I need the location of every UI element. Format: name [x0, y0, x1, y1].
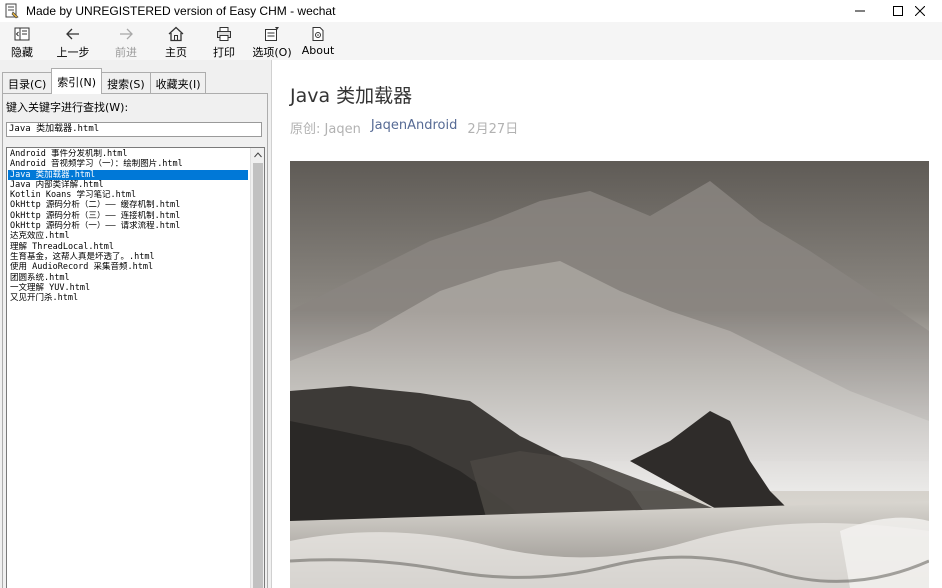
list-item[interactable]: 达克效应.html: [8, 231, 248, 241]
options-icon: [263, 25, 281, 43]
list-item[interactable]: OkHttp 源码分析（三）—— 连接机制.html: [8, 211, 248, 221]
toolbar: 隐藏 上一步 前进 主页 打印 选项(O) About: [0, 22, 942, 60]
home-button[interactable]: 主页: [156, 22, 196, 60]
original-label: 原创:: [290, 122, 321, 137]
scroll-thumb[interactable]: [253, 163, 263, 588]
list-item[interactable]: 又见开门杀.html: [8, 293, 248, 303]
navigation-pane: 目录(C) 索引(N) 搜索(S) 收藏夹(I) 键入关键字进行查找(W): J…: [0, 60, 272, 588]
list-item[interactable]: 理解 ThreadLocal.html: [8, 242, 248, 252]
forward-label: 前进: [115, 46, 137, 59]
hide-icon: [13, 25, 31, 43]
index-panel: 键入关键字进行查找(W): Java 类加载器.html Android 事件分…: [2, 93, 268, 588]
about-button[interactable]: About: [298, 22, 338, 60]
title-bar: Made by UNREGISTERED version of Easy CHM…: [0, 0, 942, 22]
tab-index[interactable]: 索引(N): [51, 68, 103, 94]
about-label: About: [301, 44, 335, 57]
article-image: [290, 161, 929, 588]
list-item[interactable]: OkHttp 源码分析（一）—— 请求流程.html: [8, 221, 248, 231]
list-item[interactable]: 团圆系统.html: [8, 273, 248, 283]
keyword-input[interactable]: Java 类加载器.html: [6, 122, 262, 137]
list-item[interactable]: Android 事件分发机制.html: [8, 149, 248, 159]
tab-contents[interactable]: 目录(C): [2, 72, 53, 94]
list-item[interactable]: Kotlin Koans 学习笔记.html: [8, 190, 248, 200]
keyword-label: 键入关键字进行查找(W):: [6, 101, 129, 114]
forward-arrow-icon: [117, 25, 135, 43]
author-name: Jaqen: [324, 122, 361, 137]
options-label: 选项(O): [252, 46, 292, 59]
list-item[interactable]: 一文理解 YUV.html: [8, 283, 248, 293]
tab-favorites[interactable]: 收藏夹(I): [149, 72, 207, 94]
list-item[interactable]: Java 内部类详解.html: [8, 180, 248, 190]
home-label: 主页: [165, 46, 187, 59]
list-item[interactable]: Java 类加载器.html: [8, 169, 248, 180]
options-button[interactable]: 选项(O): [250, 22, 294, 60]
index-items: Android 事件分发机制.html Android 音视频学习（一）：绘制图片…: [8, 149, 248, 303]
minimize-icon: [855, 10, 865, 12]
list-item[interactable]: 生育基金，这帮人真是坏透了。.html: [8, 252, 248, 262]
navigation-tabs: 目录(C) 索引(N) 搜索(S) 收藏夹(I): [2, 68, 207, 94]
chm-document-icon: [4, 3, 20, 19]
account-link[interactable]: JaqenAndroid: [371, 118, 458, 137]
home-icon: [167, 25, 185, 43]
content-pane: Java 类加载器 原创: Jaqen JaqenAndroid 2月27日: [273, 60, 942, 588]
tab-search[interactable]: 搜索(S): [101, 72, 151, 94]
list-item[interactable]: OkHttp 源码分析（二）—— 缓存机制.html: [8, 200, 248, 210]
print-button[interactable]: 打印: [204, 22, 244, 60]
back-arrow-icon: [64, 25, 82, 43]
index-list[interactable]: Android 事件分发机制.html Android 音视频学习（一）：绘制图片…: [6, 147, 265, 588]
close-icon: [915, 6, 925, 16]
article-meta: 原创: Jaqen JaqenAndroid 2月27日: [290, 118, 518, 137]
hide-button[interactable]: 隐藏: [4, 22, 40, 60]
author-line: 原创: Jaqen: [290, 118, 361, 137]
scroll-up-icon[interactable]: [251, 148, 265, 162]
close-button[interactable]: [898, 0, 942, 22]
article-title: Java 类加载器: [290, 85, 413, 107]
window-title: Made by UNREGISTERED version of Easy CHM…: [26, 4, 336, 18]
index-scrollbar[interactable]: [250, 148, 264, 588]
list-item[interactable]: 使用 AudioRecord 采集音频.html: [8, 262, 248, 272]
list-item[interactable]: Android 音视频学习（一）：绘制图片.html: [8, 159, 248, 169]
print-label: 打印: [213, 46, 235, 59]
printer-icon: [215, 25, 233, 43]
hide-label: 隐藏: [11, 46, 33, 59]
publish-date: 2月27日: [467, 122, 519, 137]
about-icon: [309, 25, 327, 43]
back-button[interactable]: 上一步: [48, 22, 98, 60]
forward-button[interactable]: 前进: [106, 22, 146, 60]
back-label: 上一步: [56, 46, 90, 59]
